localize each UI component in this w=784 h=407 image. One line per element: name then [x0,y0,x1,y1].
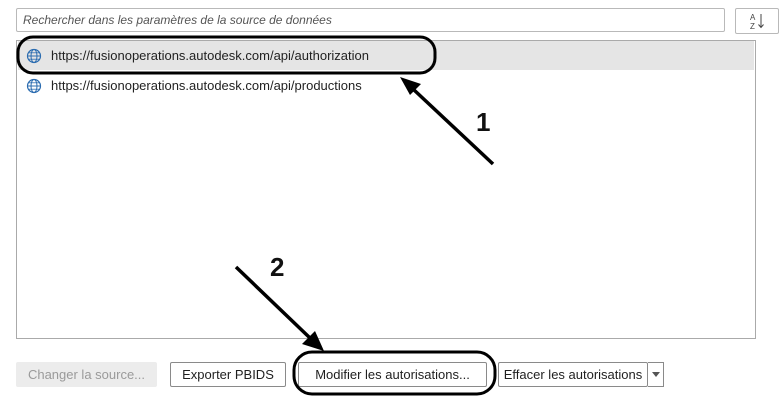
edit-permissions-button[interactable]: Modifier les autorisations... [298,362,487,387]
source-url: https://fusionoperations.autodesk.com/ap… [51,48,369,63]
sort-button[interactable]: A Z [735,8,779,34]
clear-permissions-dropdown[interactable] [648,362,664,387]
globe-icon [26,48,42,63]
list-item[interactable]: https://fusionoperations.autodesk.com/ap… [18,71,754,100]
svg-text:Z: Z [750,22,755,30]
data-source-list: https://fusionoperations.autodesk.com/ap… [16,40,756,339]
clear-permissions-button[interactable]: Effacer les autorisations [498,362,648,387]
list-item[interactable]: https://fusionoperations.autodesk.com/ap… [18,41,754,70]
source-url: https://fusionoperations.autodesk.com/ap… [51,78,362,93]
search-input[interactable] [16,8,725,32]
chevron-down-icon [651,372,660,377]
sort-az-icon: A Z [750,13,764,30]
change-source-button[interactable]: Changer la source... [16,362,157,387]
svg-text:A: A [750,13,756,22]
globe-icon [26,78,42,93]
export-pbids-button[interactable]: Exporter PBIDS [170,362,286,387]
